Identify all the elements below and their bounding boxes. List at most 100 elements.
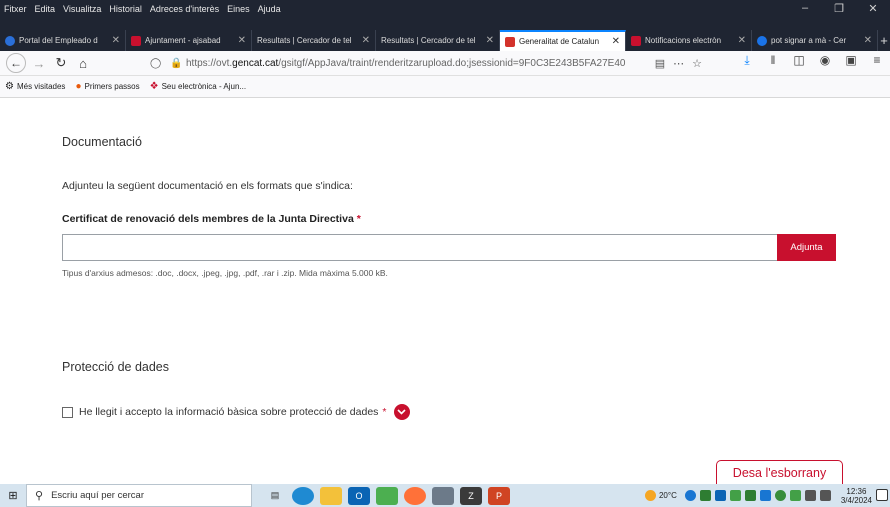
tray-app-icon[interactable] — [730, 490, 741, 501]
bookmark-label: Seu electrònica - Ajun... — [162, 82, 247, 91]
section-title-proteccio-dades: Protecció de dades — [62, 360, 169, 374]
download-icon[interactable]: ⤓ — [734, 53, 760, 68]
lock-icon[interactable]: 🔒 — [170, 58, 182, 69]
back-icon[interactable]: ← — [6, 53, 26, 73]
account-icon[interactable]: ◉ — [812, 53, 838, 68]
chevron-down-icon[interactable] — [394, 404, 410, 420]
gear-icon: ⚙ — [5, 81, 14, 92]
close-window-icon[interactable]: ✕ — [856, 2, 890, 15]
windows-taskbar: ⊞ ⚲ Escriu aquí per cercar ▤ O Z P 20°C … — [0, 484, 890, 507]
notification-center-icon[interactable] — [876, 489, 888, 501]
close-tab-icon[interactable]: ✕ — [612, 36, 620, 47]
minimize-icon[interactable]: – — [788, 2, 822, 15]
sun-icon — [645, 490, 656, 501]
page-actions-icon[interactable]: ⋯ — [673, 57, 684, 70]
file-upload-field[interactable] — [62, 234, 778, 261]
required-marker: * — [382, 406, 386, 418]
pinned-apps: ▤ O Z P — [264, 487, 516, 505]
field-label: Certificat de renovació dels membres de … — [62, 213, 361, 225]
tab-label: pot signar a mà - Cer — [771, 36, 860, 45]
toolbar-right: ⤓ ‖ ◫ ◉ ▣ ≡ — [734, 53, 890, 68]
edge-icon[interactable] — [292, 487, 314, 505]
clock-date: 3/4/2024 — [841, 496, 872, 505]
menu-help[interactable]: Ajuda — [258, 4, 281, 14]
powerpoint-icon[interactable]: P — [488, 487, 510, 505]
library-icon[interactable]: ‖ — [760, 53, 786, 68]
close-tab-icon[interactable]: ✕ — [112, 35, 120, 46]
pocket-icon[interactable]: ▣ — [838, 53, 864, 68]
bookmark-label: Primers passos — [84, 82, 139, 91]
close-tab-icon[interactable]: ✕ — [362, 35, 370, 46]
tray-app-icon[interactable] — [745, 490, 756, 501]
tray-app-icon[interactable] — [685, 490, 696, 501]
close-tab-icon[interactable]: ✕ — [486, 35, 494, 46]
consent-row: He llegit i accepto la informació bàsica… — [62, 404, 410, 420]
browser-titlebar: Fitxer Edita Visualitza Historial Adrece… — [0, 0, 890, 51]
tab-generalitat[interactable]: Generalitat de Catalun ✕ — [500, 30, 626, 51]
required-marker: * — [357, 213, 361, 225]
forward-icon[interactable]: → — [28, 53, 50, 73]
volume-icon[interactable] — [820, 490, 831, 501]
outlook-icon[interactable]: O — [348, 487, 370, 505]
bookmark-getting-started[interactable]: ● Primers passos — [75, 81, 139, 92]
reload-icon[interactable]: ↻ — [50, 53, 72, 73]
file-explorer-icon[interactable] — [320, 487, 342, 505]
network-icon[interactable] — [805, 490, 816, 501]
home-icon[interactable]: ⌂ — [72, 53, 94, 73]
consent-checkbox[interactable] — [62, 407, 73, 418]
attach-button[interactable]: Adjunta — [777, 234, 836, 261]
menu-bookmarks[interactable]: Adreces d'interès — [150, 4, 219, 14]
menu-tools[interactable]: Eines — [227, 4, 250, 14]
paint-icon[interactable] — [376, 487, 398, 505]
tray-mail-icon[interactable] — [760, 490, 771, 501]
windows-start-icon[interactable]: ⊞ — [0, 484, 26, 507]
bookmark-most-visited[interactable]: ⚙ Més visitades — [5, 81, 65, 92]
tab-google-search[interactable]: pot signar a mà - Cer ✕ — [752, 30, 878, 51]
taskbar-clock[interactable]: 12:36 3/4/2024 — [841, 487, 872, 505]
tray-check-icon[interactable] — [790, 490, 801, 501]
app-icon[interactable]: Z — [460, 487, 482, 505]
close-tab-icon[interactable]: ✕ — [738, 35, 746, 46]
tab-favicon — [5, 36, 15, 46]
tab-label: Generalitat de Catalun — [519, 37, 608, 46]
gencat-favicon-icon — [505, 37, 515, 47]
taskbar-search-box[interactable]: ⚲ Escriu aquí per cercar — [26, 484, 252, 507]
reader-view-icon[interactable]: ▤ — [655, 57, 665, 70]
page-content: Documentació Adjunteu la següent documen… — [0, 98, 890, 484]
tab-resultats-2[interactable]: Resultats | Cercador de tel ✕ — [376, 30, 500, 51]
consent-label[interactable]: He llegit i accepto la informació bàsica… — [79, 406, 378, 418]
tab-ajuntament[interactable]: Ajuntament - ajsabad ✕ — [126, 30, 252, 51]
sidebar-icon[interactable]: ◫ — [786, 53, 812, 68]
close-tab-icon[interactable]: ✕ — [238, 35, 246, 46]
tab-notificacions[interactable]: Notificacions electròn ✕ — [626, 30, 752, 51]
menu-file[interactable]: Fitxer — [4, 4, 27, 14]
search-icon: ⚲ — [35, 489, 43, 502]
menu-view[interactable]: Visualitza — [63, 4, 101, 14]
google-icon — [757, 36, 767, 46]
firefox-icon[interactable] — [404, 487, 426, 505]
menu-bar: Fitxer Edita Visualitza Historial Adrece… — [0, 0, 289, 18]
tracking-shield-icon[interactable]: ◯ — [150, 58, 164, 69]
pen-app-icon[interactable] — [432, 487, 454, 505]
menu-edit[interactable]: Edita — [35, 4, 56, 14]
seu-icon: ❖ — [150, 81, 159, 92]
weather-widget[interactable]: 20°C — [645, 490, 677, 501]
tab-resultats-1[interactable]: Resultats | Cercador de tel ✕ — [252, 30, 376, 51]
restore-icon[interactable]: ❐ — [822, 2, 856, 15]
save-draft-button[interactable]: Desa l'esborrany — [716, 460, 843, 484]
tray-outlook-icon[interactable] — [715, 490, 726, 501]
url-text[interactable]: https://ovt.gencat.cat/gsitgf/AppJava/tr… — [186, 58, 647, 69]
task-view-icon[interactable]: ▤ — [264, 487, 286, 505]
close-tab-icon[interactable]: ✕ — [864, 35, 872, 46]
tray-app-icon[interactable] — [775, 490, 786, 501]
new-tab-icon[interactable]: + — [878, 30, 890, 51]
navigation-bar: ← → ↻ ⌂ ◯ 🔒 https://ovt.gencat.cat/gsitg… — [0, 51, 890, 76]
menu-icon[interactable]: ≡ — [864, 53, 890, 68]
bookmark-seu-electronica[interactable]: ❖ Seu electrònica - Ajun... — [150, 81, 246, 92]
bookmark-star-icon[interactable]: ☆ — [692, 57, 702, 70]
tray-app-icon[interactable] — [700, 490, 711, 501]
menu-history[interactable]: Historial — [109, 4, 142, 14]
tab-portal-empleado[interactable]: Portal del Empleado d ✕ — [0, 30, 126, 51]
weather-temp: 20°C — [659, 491, 677, 500]
address-bar[interactable]: ◯ 🔒 https://ovt.gencat.cat/gsitgf/AppJav… — [150, 54, 702, 73]
